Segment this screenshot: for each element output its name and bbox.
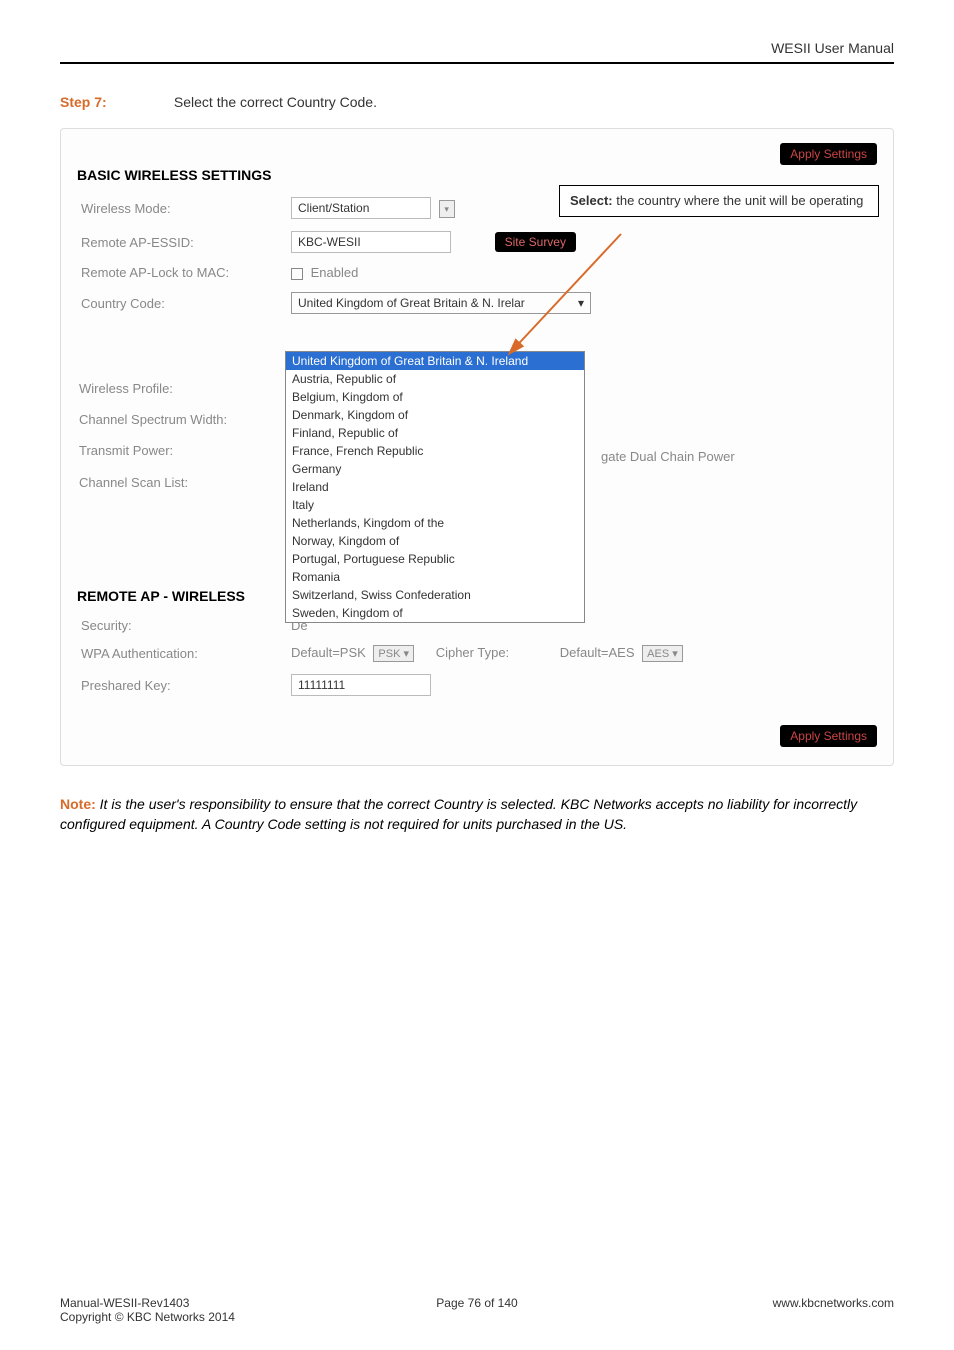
step-label: Step 7: bbox=[60, 94, 170, 110]
cipher-value: Default=AES bbox=[560, 645, 635, 660]
dropdown-option[interactable]: France, French Republic bbox=[286, 442, 584, 460]
apply-settings-button-bottom[interactable]: Apply Settings bbox=[780, 725, 877, 747]
country-code-value: United Kingdom of Great Britain & N. Ire… bbox=[298, 296, 525, 310]
dropdown-option[interactable]: Belgium, Kingdom of bbox=[286, 388, 584, 406]
header-rule bbox=[60, 62, 894, 64]
dropdown-option[interactable]: Italy bbox=[286, 496, 584, 514]
chevron-down-icon[interactable]: ▾ bbox=[578, 296, 584, 310]
channel-spectrum-label: Channel Spectrum Width: bbox=[79, 404, 227, 435]
dropdown-option[interactable]: Romania bbox=[286, 568, 584, 586]
wireless-mode-select[interactable]: Client/Station bbox=[291, 197, 431, 219]
cipher-select[interactable]: AES ▾ bbox=[642, 645, 683, 662]
remote-ap-essid-input[interactable]: KBC-WESII bbox=[291, 231, 451, 253]
basic-wireless-heading: BASIC WIRELESS SETTINGS bbox=[77, 167, 877, 183]
dropdown-option[interactable]: Norway, Kingdom of bbox=[286, 532, 584, 550]
security-label: Security: bbox=[77, 612, 287, 639]
wpa-auth-value: Default=PSK bbox=[291, 645, 366, 660]
remote-ap-heading: REMOTE AP - WIRELESS bbox=[77, 588, 245, 604]
country-code-label: Country Code: bbox=[77, 286, 287, 320]
transmit-power-label: Transmit Power: bbox=[79, 435, 227, 466]
dropdown-option[interactable]: Switzerland, Swiss Confederation bbox=[286, 586, 584, 604]
dual-chain-label: gate Dual Chain Power bbox=[601, 449, 735, 464]
dropdown-option[interactable]: Ireland bbox=[286, 478, 584, 496]
site-survey-button[interactable]: Site Survey bbox=[495, 232, 576, 252]
channel-scan-label: Channel Scan List: bbox=[79, 467, 227, 498]
wpa-auth-select[interactable]: PSK ▾ bbox=[373, 645, 414, 662]
dropdown-option[interactable]: Germany bbox=[286, 460, 584, 478]
footer-page-number: Page 76 of 140 bbox=[436, 1296, 517, 1310]
remote-ap-essid-label: Remote AP-ESSID: bbox=[77, 225, 287, 259]
chevron-down-icon[interactable]: ▾ bbox=[439, 200, 455, 218]
dropdown-option[interactable]: Netherlands, Kingdom of the bbox=[286, 514, 584, 532]
footer-url: www.kbcnetworks.com bbox=[773, 1296, 894, 1310]
page-footer: Manual-WESII-Rev1403 Copyright © KBC Net… bbox=[60, 1296, 894, 1324]
callout-prefix: Select: bbox=[570, 193, 613, 208]
preshared-key-input[interactable]: 11111111 bbox=[291, 674, 431, 696]
cipher-sel: AES bbox=[647, 648, 669, 660]
callout-box: Select: the country where the unit will … bbox=[559, 185, 879, 217]
dropdown-option[interactable]: United Kingdom of Great Britain & N. Ire… bbox=[286, 352, 584, 370]
preshared-label: Preshared Key: bbox=[77, 668, 287, 702]
country-code-select[interactable]: United Kingdom of Great Britain & N. Ire… bbox=[291, 292, 591, 314]
wireless-mode-label: Wireless Mode: bbox=[77, 191, 287, 225]
dropdown-option[interactable]: Austria, Republic of bbox=[286, 370, 584, 388]
ap-lock-checkbox[interactable] bbox=[291, 268, 303, 280]
remote-ap-lock-label: Remote AP-Lock to MAC: bbox=[77, 259, 287, 286]
apply-settings-button-top[interactable]: Apply Settings bbox=[780, 143, 877, 165]
wpa-auth-sel: PSK bbox=[378, 648, 400, 660]
dropdown-option[interactable]: Denmark, Kingdom of bbox=[286, 406, 584, 424]
hidden-labels: Wireless Profile: Channel Spectrum Width… bbox=[79, 373, 227, 498]
step-text: Select the correct Country Code. bbox=[174, 94, 377, 110]
step-line: Step 7: Select the correct Country Code. bbox=[60, 94, 894, 110]
callout-text: the country where the unit will be opera… bbox=[613, 193, 864, 208]
country-code-dropdown[interactable]: United Kingdom of Great Britain & N. Ire… bbox=[285, 351, 585, 623]
note-text: It is the user's responsibility to ensur… bbox=[60, 796, 857, 832]
page-header-title: WESII User Manual bbox=[60, 40, 894, 56]
footer-line2: Copyright © KBC Networks 2014 bbox=[60, 1310, 235, 1324]
dropdown-option[interactable]: Portugal, Portuguese Republic bbox=[286, 550, 584, 568]
settings-panel: Apply Settings Select: the country where… bbox=[60, 128, 894, 766]
wpa-auth-label: WPA Authentication: bbox=[77, 639, 287, 668]
cipher-label: Cipher Type: bbox=[436, 645, 509, 660]
ap-lock-value: Enabled bbox=[311, 265, 359, 280]
wireless-profile-label: Wireless Profile: bbox=[79, 373, 227, 404]
footer-line1: Manual-WESII-Rev1403 bbox=[60, 1296, 235, 1310]
note-label: Note: bbox=[60, 796, 96, 812]
remote-form: Security: De WPA Authentication: Default… bbox=[77, 612, 877, 702]
dropdown-option[interactable]: Finland, Republic of bbox=[286, 424, 584, 442]
dropdown-option[interactable]: Sweden, Kingdom of bbox=[286, 604, 584, 622]
note-block: Note: It is the user's responsibility to… bbox=[60, 794, 894, 835]
